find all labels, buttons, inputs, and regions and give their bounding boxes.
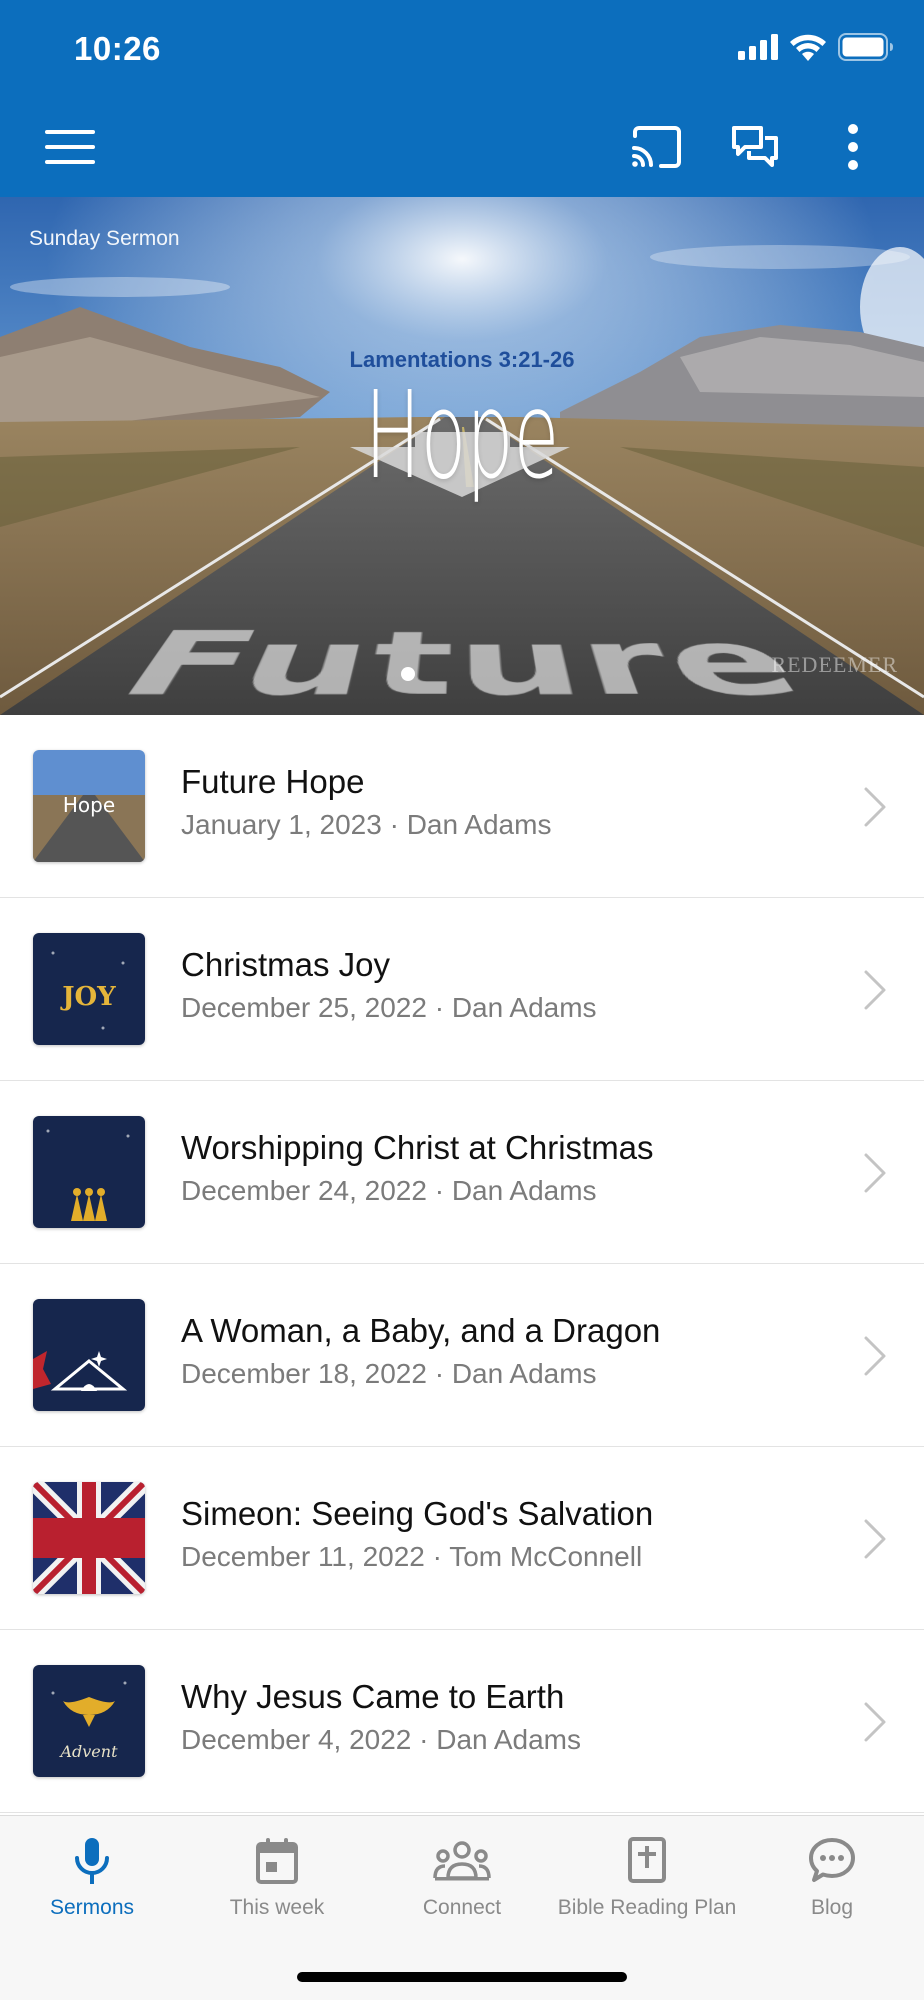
- chevron-right-icon: [862, 1517, 888, 1561]
- sermon-thumbnail: [33, 1116, 145, 1228]
- calendar-icon: [255, 1836, 299, 1886]
- sermon-subtitle: December 24, 2022 · Dan Adams: [181, 1175, 597, 1207]
- home-indicator: [297, 1972, 627, 1982]
- thumb-text: JOY: [60, 982, 116, 1012]
- thumb-text: Hope: [63, 793, 115, 817]
- bible-icon: [627, 1836, 667, 1886]
- sermon-title: Simeon: Seeing God's Salvation: [181, 1495, 653, 1533]
- tab-sermons[interactable]: Sermons: [0, 1816, 184, 1936]
- status-icons: [738, 33, 894, 61]
- tab-label: Sermons: [0, 1896, 184, 1920]
- chevron-right-icon: [862, 1151, 888, 1195]
- tab-label: Connect: [370, 1896, 554, 1920]
- sermon-title: Christmas Joy: [181, 946, 390, 984]
- chevron-right-icon: [862, 1334, 888, 1378]
- carousel-page-indicator: [401, 667, 415, 681]
- sermon-list-item[interactable]: Advent Why Jesus Came to Earth December …: [0, 1630, 924, 1813]
- wifi-icon: [790, 34, 826, 61]
- sermon-title: Why Jesus Came to Earth: [181, 1678, 564, 1716]
- sermon-subtitle: December 11, 2022 · Tom McConnell: [181, 1541, 642, 1573]
- sermon-subtitle: December 18, 2022 · Dan Adams: [181, 1358, 597, 1390]
- tab-this-week[interactable]: This week: [185, 1816, 369, 1936]
- tab-bible-reading-plan[interactable]: Bible Reading Plan: [555, 1816, 739, 1936]
- sermon-list-item[interactable]: Simeon: Seeing God's Salvation December …: [0, 1447, 924, 1630]
- chevron-right-icon: [862, 1700, 888, 1744]
- hero-watermark: REDEEMER: [771, 652, 898, 678]
- sermon-thumbnail: [33, 1482, 145, 1594]
- tab-label: This week: [185, 1896, 369, 1920]
- sermon-title: Future Hope: [181, 763, 364, 801]
- sermon-thumbnail: Advent: [33, 1665, 145, 1777]
- more-vertical-icon: [847, 124, 859, 170]
- app-header: 10:26: [0, 0, 924, 197]
- hero-title-art: Hope: [176, 367, 749, 506]
- hero-kicker: Sunday Sermon: [29, 227, 180, 251]
- featured-sermon-banner[interactable]: Sunday Sermon Lamentations 3:21-26 Hope …: [0, 197, 924, 715]
- sermon-list-item[interactable]: JOY Christmas Joy December 25, 2022 · Da…: [0, 898, 924, 1081]
- sermon-subtitle: December 4, 2022 · Dan Adams: [181, 1724, 581, 1756]
- chat-button[interactable]: [720, 112, 790, 182]
- chevron-right-icon: [862, 968, 888, 1012]
- group-icon: [433, 1836, 491, 1886]
- menu-icon: [45, 130, 95, 164]
- chevron-right-icon: [862, 785, 888, 829]
- sermon-list-item[interactable]: A Woman, a Baby, and a Dragon December 1…: [0, 1264, 924, 1447]
- sermon-thumbnail: Hope: [33, 750, 145, 862]
- microphone-icon: [72, 1836, 112, 1886]
- status-time: 10:26: [74, 30, 161, 68]
- sermon-list-item[interactable]: Hope Future Hope January 1, 2023 · Dan A…: [0, 715, 924, 898]
- cast-icon: [631, 126, 683, 168]
- tab-label: Blog: [740, 1896, 924, 1920]
- tab-connect[interactable]: Connect: [370, 1816, 554, 1936]
- tab-label: Bible Reading Plan: [555, 1896, 739, 1920]
- more-options-button[interactable]: [818, 112, 888, 182]
- sermon-subtitle: December 25, 2022 · Dan Adams: [181, 992, 597, 1024]
- sermon-list: Hope Future Hope January 1, 2023 · Dan A…: [0, 715, 924, 1813]
- chat-icon: [731, 125, 779, 169]
- speech-bubble-icon: [808, 1836, 856, 1886]
- menu-button[interactable]: [35, 112, 105, 182]
- cellular-signal-icon: [738, 34, 778, 60]
- sermon-subtitle: January 1, 2023 · Dan Adams: [181, 809, 551, 841]
- cast-button[interactable]: [622, 112, 692, 182]
- battery-icon: [838, 33, 894, 61]
- sermon-list-item[interactable]: Worshipping Christ at Christmas December…: [0, 1081, 924, 1264]
- sermon-title: Worshipping Christ at Christmas: [181, 1129, 654, 1167]
- sermon-title: A Woman, a Baby, and a Dragon: [181, 1312, 660, 1350]
- tab-blog[interactable]: Blog: [740, 1816, 924, 1936]
- thumb-text: Advent: [58, 1742, 118, 1761]
- sermon-thumbnail: [33, 1299, 145, 1411]
- sermon-thumbnail: JOY: [33, 933, 145, 1045]
